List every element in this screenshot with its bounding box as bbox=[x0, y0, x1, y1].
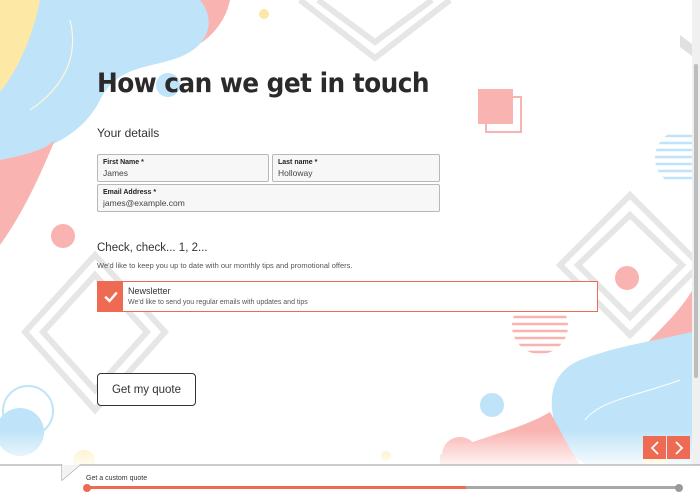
email-input[interactable] bbox=[103, 198, 434, 208]
consent-section-label: Check, check... 1, 2... bbox=[97, 242, 208, 254]
consent-description: We'd like to keep you up to date with ou… bbox=[97, 261, 353, 270]
email-label: Email Address * bbox=[103, 189, 157, 196]
progress-label: Get a custom quote bbox=[86, 475, 148, 482]
progress-start-dot bbox=[83, 483, 91, 492]
progress-bar-fill bbox=[86, 486, 467, 489]
previous-step-button[interactable] bbox=[643, 436, 666, 459]
newsletter-description: We'd like to send you regular emails wit… bbox=[128, 299, 308, 306]
chevron-left-icon bbox=[650, 440, 659, 455]
email-field[interactable]: Email Address * bbox=[97, 184, 440, 212]
newsletter-checkbox[interactable]: Newsletter We'd like to send you regular… bbox=[97, 281, 598, 312]
last-name-input[interactable] bbox=[278, 168, 434, 178]
newsletter-checkbox-box[interactable] bbox=[98, 282, 123, 311]
scrollbar-thumb[interactable] bbox=[694, 64, 698, 378]
chevron-right-icon bbox=[674, 440, 683, 455]
page-scrollbar[interactable] bbox=[692, 0, 700, 465]
page-title: How can we get in touch bbox=[97, 68, 430, 99]
progress-end-dot bbox=[675, 483, 683, 492]
last-name-label: Last name * bbox=[278, 159, 318, 166]
form-page: How can we get in touch Your details Fir… bbox=[0, 0, 700, 500]
progress-bar bbox=[83, 483, 683, 492]
footer-divider bbox=[0, 464, 700, 500]
details-section-label: Your details bbox=[97, 126, 160, 140]
first-name-input[interactable] bbox=[103, 168, 263, 178]
last-name-field[interactable]: Last name * bbox=[272, 154, 440, 182]
next-step-button[interactable] bbox=[667, 436, 690, 459]
first-name-field[interactable]: First Name * bbox=[97, 154, 269, 182]
first-name-label: First Name * bbox=[103, 159, 144, 166]
newsletter-title: Newsletter bbox=[128, 286, 171, 296]
get-quote-button[interactable]: Get my quote bbox=[97, 373, 196, 406]
check-icon bbox=[103, 291, 118, 303]
